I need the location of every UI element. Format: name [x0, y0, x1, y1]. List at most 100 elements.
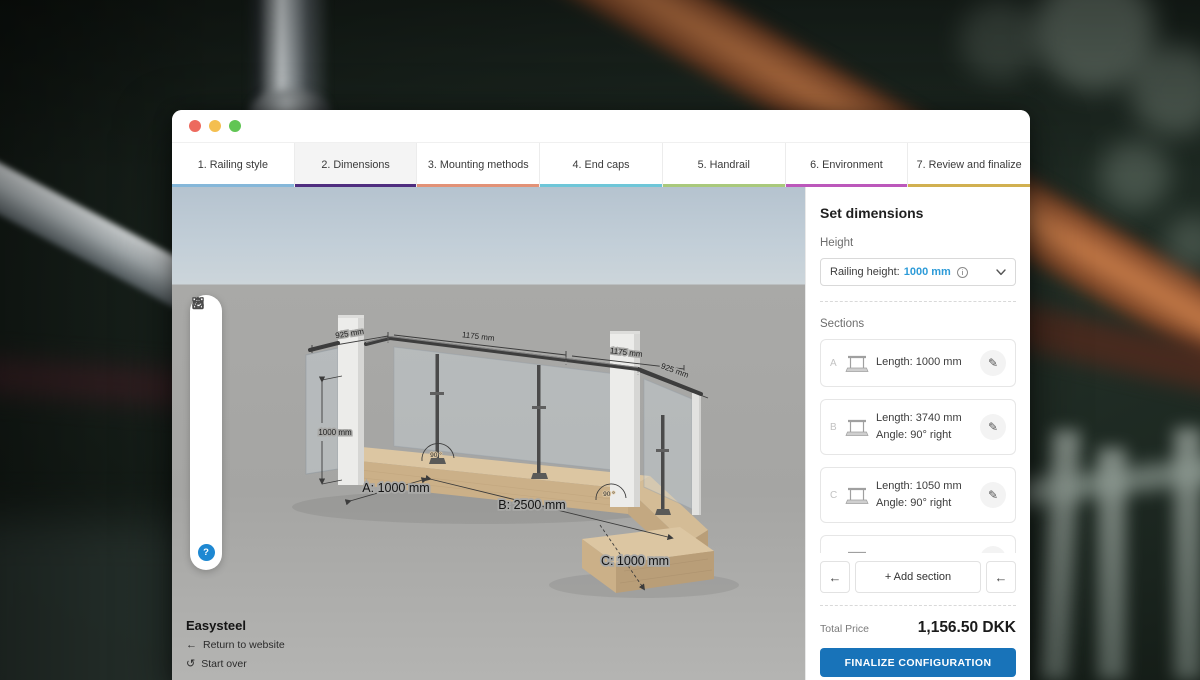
tab-color-bar [908, 184, 1030, 187]
blurred-baluster [1098, 448, 1126, 680]
height-section-label: Height [820, 237, 1016, 249]
section-details: Length: 1000 mm [876, 354, 973, 371]
section-length: Length: 1000 mm [876, 354, 973, 371]
section-details: Length: 1050 mm Angle: 90° right [876, 478, 973, 512]
section-id: C [830, 490, 838, 501]
return-to-website-link[interactable]: ← Return to website [186, 639, 285, 651]
bokeh-light [1100, 140, 1170, 210]
railing-section-icon [845, 550, 869, 553]
section-a-label: A: 1000 mm [362, 481, 429, 495]
brand-name: Easysteel [186, 618, 285, 633]
section-c-label: C: 1000 mm [601, 554, 669, 568]
edit-section-icon[interactable]: ✎ [980, 414, 1006, 440]
main-content: 925 mm 1175 mm 1175 mm 925 mm 1000 mm 90… [172, 187, 1030, 680]
railing-section-icon [845, 418, 869, 437]
railing-height-value: 1000 mm [904, 266, 951, 278]
section-details: Length: 3740 mm Angle: 90° right [876, 410, 973, 444]
tab-label: 4. End caps [573, 159, 630, 171]
blurred-baluster [1039, 429, 1080, 680]
dimensions-panel: Set dimensions Height Railing height: 10… [805, 187, 1030, 680]
export-icon[interactable] [190, 496, 222, 532]
section-card-d: D Length: 3840 mm ✎ [820, 535, 1016, 553]
redo-icon[interactable] [190, 339, 222, 375]
edit-section-icon[interactable]: ✎ [980, 482, 1006, 508]
frame-select-icon[interactable] [190, 447, 222, 483]
tab-label: 3. Mounting methods [428, 159, 529, 171]
maximize-window-button[interactable] [229, 120, 241, 132]
tab-environment[interactable]: 6. Environment [785, 143, 908, 187]
angle-label-left: 90 ° [430, 451, 442, 459]
tab-handrail[interactable]: 5. Handrail [662, 143, 785, 187]
configurator-window: 1. Railing style 2. Dimensions 3. Mounti… [172, 110, 1030, 680]
bokeh-light [1165, 215, 1200, 270]
viewport-toolbar: ? [190, 295, 222, 570]
panel-title: Set dimensions [820, 205, 1016, 221]
bokeh-light [1130, 45, 1200, 135]
railing-section-icon [845, 486, 869, 505]
measure-icon[interactable] [190, 375, 222, 411]
scroll-back-icon-2[interactable]: ← [986, 561, 1016, 593]
section-length: Length: 3840 mm [876, 551, 973, 553]
wizard-step-tabs: 1. Railing style 2. Dimensions 3. Mounti… [172, 143, 1030, 187]
finalize-configuration-button[interactable]: FINALIZE CONFIGURATION [820, 648, 1016, 677]
blurred-baluster [1174, 428, 1200, 680]
dim-label-925-right: 925 mm [660, 361, 691, 379]
bokeh-light [1035, 0, 1155, 90]
total-price-row: Total Price 1,156.50 DKK [820, 605, 1016, 637]
railing-3d-viewport[interactable]: 925 mm 1175 mm 1175 mm 925 mm 1000 mm 90… [172, 187, 805, 680]
railing-height-dropdown[interactable]: Railing height: 1000 mm i [820, 258, 1016, 286]
left-arrow-icon: ← [186, 639, 197, 651]
railing-3d-model: 925 mm 1175 mm 1175 mm 925 mm 1000 mm 90… [172, 187, 805, 680]
section-card-a: A Length: 1000 mm ✎ [820, 339, 1016, 387]
window-titlebar [172, 110, 1030, 143]
railing-height-prefix: Railing height: [830, 266, 900, 278]
total-price-label: Total Price [820, 623, 869, 635]
minimize-window-button[interactable] [209, 120, 221, 132]
tab-railing-style[interactable]: 1. Railing style [172, 143, 294, 187]
return-to-website-label: Return to website [203, 639, 285, 651]
sections-list: A Length: 1000 mm ✎ B [820, 339, 1016, 553]
edit-section-icon[interactable]: ✎ [980, 350, 1006, 376]
tab-label: 2. Dimensions [321, 159, 389, 171]
scroll-back-icon[interactable]: ← [820, 561, 850, 593]
tab-dimensions[interactable]: 2. Dimensions [294, 143, 417, 187]
start-over-link[interactable]: ↺ Start over [186, 657, 285, 670]
restart-icon: ↺ [186, 657, 195, 670]
tab-end-caps[interactable]: 4. End caps [539, 143, 662, 187]
tab-label: 1. Railing style [198, 159, 268, 171]
close-window-button[interactable] [189, 120, 201, 132]
section-card-b: B Length: 3740 mm Angle: 90° right ✎ [820, 399, 1016, 455]
dim-label-height: 1000 mm [318, 428, 352, 437]
section-length: Length: 3740 mm [876, 410, 973, 427]
railing-section-icon [845, 354, 869, 373]
section-card-c: C Length: 1050 mm Angle: 90° right ✎ [820, 467, 1016, 523]
add-section-button[interactable]: + Add section [855, 561, 981, 593]
tab-label: 6. Environment [810, 159, 883, 171]
chrome-pole [246, 0, 334, 120]
dim-label-1175-left: 1175 mm [461, 330, 495, 343]
angle-label-right: 90 ° [603, 490, 615, 498]
section-length: Length: 1050 mm [876, 478, 973, 495]
add-section-row: ← + Add section ← [820, 561, 1016, 593]
section-id: B [830, 422, 838, 433]
tab-label: 5. Handrail [698, 159, 750, 171]
help-icon[interactable]: ? [198, 544, 215, 561]
info-icon[interactable]: i [957, 267, 968, 278]
start-over-label: Start over [201, 658, 247, 670]
tab-mounting-methods[interactable]: 3. Mounting methods [416, 143, 539, 187]
section-b-label: B: 2500 mm [498, 498, 565, 512]
edit-section-icon[interactable]: ✎ [980, 546, 1006, 553]
chevron-down-icon [996, 269, 1006, 276]
section-id: A [830, 358, 838, 369]
tab-review-finalize[interactable]: 7. Review and finalize [907, 143, 1030, 187]
bokeh-light [960, 0, 1040, 80]
section-angle: Angle: 90° right [876, 495, 973, 512]
brand-block: Easysteel ← Return to website ↺ Start ov… [186, 618, 285, 670]
total-price-value: 1,156.50 DKK [918, 619, 1016, 637]
blurred-handrail [1015, 455, 1200, 506]
divider [820, 301, 1016, 302]
section-angle: Angle: 90° right [876, 427, 973, 444]
section-details: Length: 3840 mm [876, 551, 973, 553]
sections-label: Sections [820, 318, 1016, 330]
orbit-icon[interactable] [190, 411, 222, 447]
